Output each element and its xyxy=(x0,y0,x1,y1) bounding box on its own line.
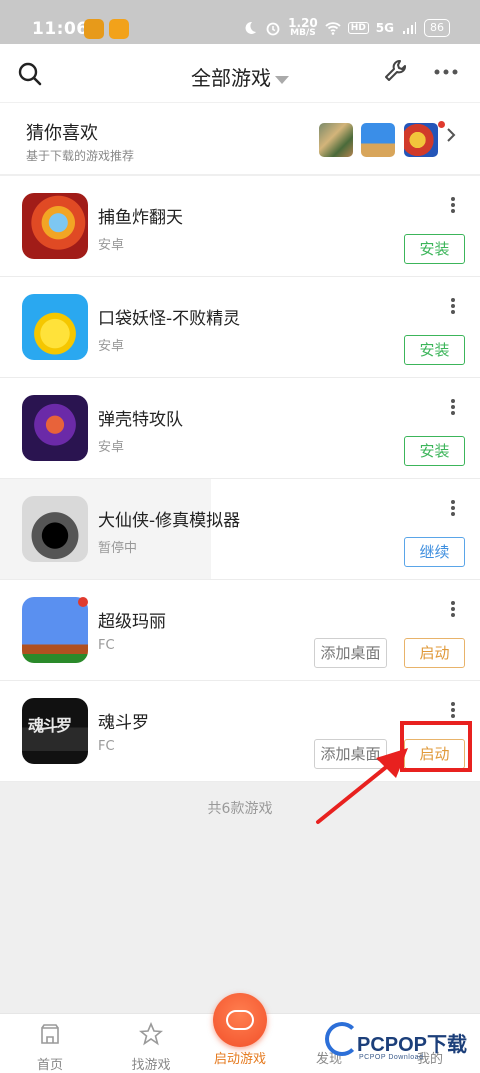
more-vertical-icon[interactable] xyxy=(448,702,458,718)
recommend-game-thumbnail xyxy=(319,123,353,157)
status-bar: 11:06 1.20 MB/S HD 5G 86 xyxy=(0,0,480,44)
add-to-desktop-button[interactable]: 添加桌面 xyxy=(314,638,387,668)
game-platform: 安卓 xyxy=(98,440,125,455)
moon-icon xyxy=(245,21,257,34)
game-name: 超级玛丽 xyxy=(98,612,166,632)
install-button[interactable]: 安装 xyxy=(404,335,465,365)
home-icon xyxy=(41,1024,59,1044)
game-icon-text: 魂斗罗 xyxy=(28,716,72,735)
game-platform: 安卓 xyxy=(98,339,125,354)
game-row[interactable]: 口袋妖怪-不败精灵 安卓 安装 xyxy=(0,277,480,378)
signal-indicator: 5G xyxy=(375,20,394,35)
recommend-subtitle: 基于下载的游戏推荐 xyxy=(26,149,135,163)
status-indicators: 1.20 MB/S HD 5G 86 xyxy=(242,16,450,38)
nav-home[interactable]: 首页 xyxy=(10,1022,90,1073)
game-icon xyxy=(22,597,88,663)
game-name: 捕鱼炸翻天 xyxy=(98,208,183,228)
watermark-brand: PCPOP下载 xyxy=(357,1034,468,1056)
chevron-down-icon xyxy=(275,75,289,84)
more-icon[interactable] xyxy=(434,68,458,76)
new-dot-badge xyxy=(438,121,445,128)
chevron-right-icon xyxy=(447,128,456,142)
recommend-title: 猜你喜欢 xyxy=(26,123,98,144)
hd-badge: HD xyxy=(347,22,369,34)
alarm-icon xyxy=(266,22,280,36)
page-title[interactable]: 全部游戏 xyxy=(0,62,480,91)
watermark-sub: PCPOP Download xyxy=(359,1054,424,1061)
nav-launch[interactable]: 启动游戏 xyxy=(200,1044,280,1067)
top-bar: 全部游戏 xyxy=(0,44,480,102)
install-button[interactable]: 安装 xyxy=(404,436,465,466)
game-name: 魂斗罗 xyxy=(98,713,149,733)
recommend-game-thumbnail xyxy=(404,123,438,157)
notification-app-icon xyxy=(109,19,129,39)
game-icon xyxy=(22,395,88,461)
new-dot-badge xyxy=(78,597,88,607)
more-vertical-icon[interactable] xyxy=(448,601,458,617)
net-speed: 1.20 MB/S xyxy=(288,16,318,38)
game-platform: FC xyxy=(98,638,115,653)
status-time: 11:06 xyxy=(32,19,89,39)
game-icon: 魂斗罗 xyxy=(22,698,88,764)
launch-button[interactable]: 启动 xyxy=(404,638,465,668)
more-vertical-icon[interactable] xyxy=(448,298,458,314)
game-row[interactable]: 弹壳特攻队 安卓 安装 xyxy=(0,378,480,479)
wrench-icon[interactable] xyxy=(382,58,408,86)
game-name: 大仙侠-修真模拟器 xyxy=(98,511,241,531)
game-row[interactable]: 大仙侠-修真模拟器 暂停中 继续 xyxy=(0,479,480,580)
recommend-game-thumbnail xyxy=(361,123,395,157)
launch-games-fab[interactable] xyxy=(213,993,267,1047)
game-icon xyxy=(22,496,88,562)
gamepad-icon xyxy=(226,1010,254,1030)
game-name: 口袋妖怪-不败精灵 xyxy=(98,309,241,329)
game-icon xyxy=(22,193,88,259)
nav-label: 首页 xyxy=(36,1058,63,1073)
watermark-logo-icon xyxy=(325,1022,359,1056)
game-row[interactable]: 捕鱼炸翻天 安卓 安装 xyxy=(0,176,480,277)
more-vertical-icon[interactable] xyxy=(448,399,458,415)
more-vertical-icon[interactable] xyxy=(448,197,458,213)
game-name: 弹壳特攻队 xyxy=(98,410,183,430)
battery-indicator: 86 xyxy=(424,19,450,37)
nav-label: 启动游戏 xyxy=(213,1052,266,1067)
more-vertical-icon[interactable] xyxy=(448,500,458,516)
notification-app-icon xyxy=(84,19,104,39)
recommend-banner[interactable]: 猜你喜欢 基于下载的游戏推荐 xyxy=(0,102,480,174)
game-row[interactable]: 超级玛丽 FC 添加桌面 启动 xyxy=(0,580,480,681)
total-count: 共6款游戏 xyxy=(207,801,273,817)
install-button[interactable]: 安装 xyxy=(404,234,465,264)
nav-find[interactable]: 找游戏 xyxy=(111,1021,191,1073)
game-icon xyxy=(22,294,88,360)
watermark: PCPOP下载 PCPOP Download xyxy=(325,1022,475,1070)
game-status: 暂停中 xyxy=(98,541,138,556)
signal-bars-icon xyxy=(403,22,416,34)
game-list: 捕鱼炸翻天 安卓 安装 口袋妖怪-不败精灵 安卓 安装 弹壳特攻队 安卓 安装 … xyxy=(0,176,480,782)
wifi-icon xyxy=(325,22,341,35)
star-icon xyxy=(138,1021,164,1046)
nav-label: 找游戏 xyxy=(131,1058,171,1073)
game-platform: 安卓 xyxy=(98,238,125,253)
continue-button[interactable]: 继续 xyxy=(404,537,465,567)
game-platform: FC xyxy=(98,739,115,754)
